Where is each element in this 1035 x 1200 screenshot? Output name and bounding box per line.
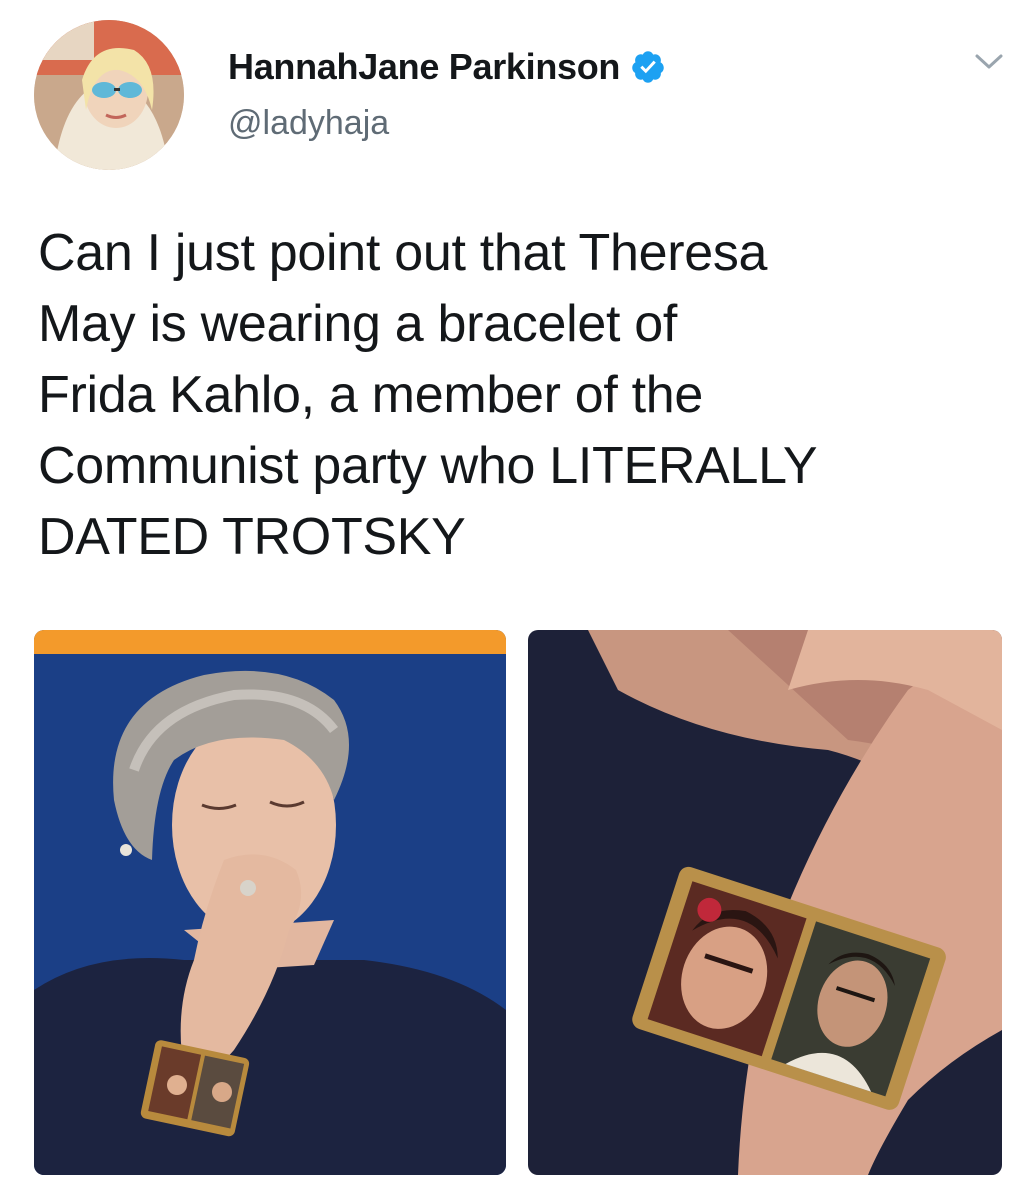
chevron-down-icon <box>975 54 1003 69</box>
author-handle[interactable]: @ladyhaja <box>228 104 389 143</box>
tweet-text: Can I just point out that Theresa May is… <box>38 218 998 573</box>
tweet-text-line: DATED TROTSKY <box>38 508 466 566</box>
photo-bracelet-closeup[interactable] <box>528 630 1002 1175</box>
photo-woman-coughing-bracelet[interactable] <box>34 630 506 1175</box>
media-grid <box>34 630 1002 1175</box>
more-options-button[interactable] <box>969 42 1009 82</box>
verified-badge-icon <box>630 49 666 85</box>
tweet-text-line: Communist party who LITERALLY <box>38 437 818 495</box>
avatar[interactable] <box>34 20 184 170</box>
tweet-text-line: Frida Kahlo, a member of the <box>38 366 704 424</box>
display-name[interactable]: HannahJane Parkinson <box>228 46 620 88</box>
tweet-text-line: Can I just point out that Theresa <box>38 224 768 282</box>
tweet-text-line: May is wearing a bracelet of <box>38 295 678 353</box>
author-name-row[interactable]: HannahJane Parkinson <box>228 42 666 92</box>
tweet-card: HannahJane Parkinson @ladyhaja Can I jus… <box>0 0 1035 1200</box>
